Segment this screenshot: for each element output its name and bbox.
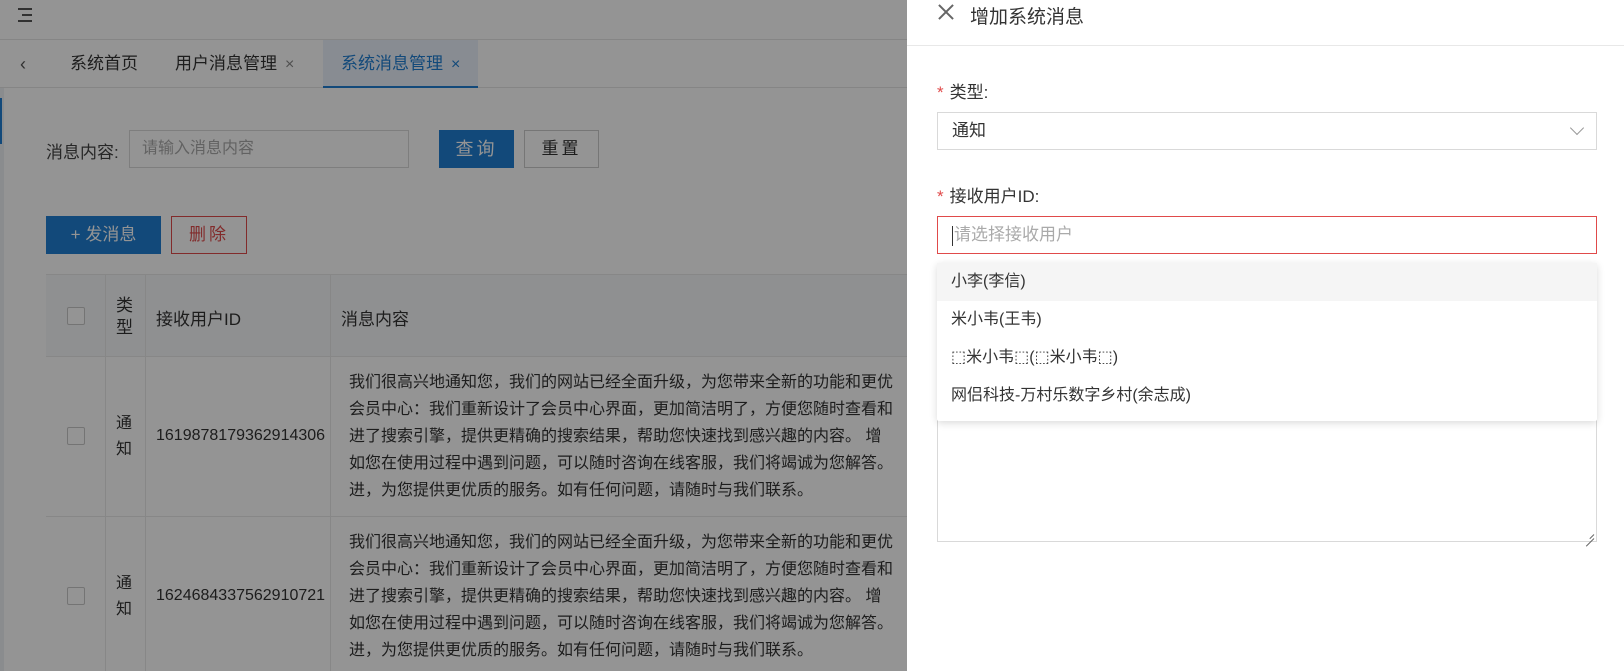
drawer-title: 增加系统消息	[970, 7, 1085, 28]
user-option[interactable]: ⬚米小韦⬚(⬚米小韦⬚)	[937, 339, 1597, 377]
drawer-header: 增加系统消息	[907, 0, 1624, 46]
type-select[interactable]: 通知	[937, 112, 1597, 150]
resize-handle-icon[interactable]	[1585, 530, 1594, 539]
add-system-message-drawer: 增加系统消息 * 类型: 通知 * 接收用户ID: 请选择接收用户 小李(李信) 米…	[907, 0, 1624, 671]
user-option[interactable]: 米小韦(王韦)	[937, 301, 1597, 339]
type-label: * 类型:	[937, 83, 989, 102]
type-select-value: 通知	[952, 121, 986, 140]
user-select-placeholder: 请选择接收用户	[954, 225, 1073, 244]
user-id-label: * 接收用户ID:	[937, 187, 1040, 206]
message-content-textarea[interactable]	[937, 400, 1597, 542]
user-select-input[interactable]: 请选择接收用户	[937, 216, 1597, 254]
user-dropdown: 小李(李信) 米小韦(王韦) ⬚米小韦⬚(⬚米小韦⬚) 网侣科技-万村乐数字乡村…	[937, 263, 1597, 421]
chevron-down-icon	[1569, 120, 1585, 136]
user-option[interactable]: 网侣科技-万村乐数字乡村(余志成)	[937, 377, 1597, 415]
close-icon[interactable]	[936, 2, 956, 22]
user-option[interactable]: 小李(李信)	[937, 263, 1597, 301]
modal-overlay[interactable]	[0, 0, 908, 671]
